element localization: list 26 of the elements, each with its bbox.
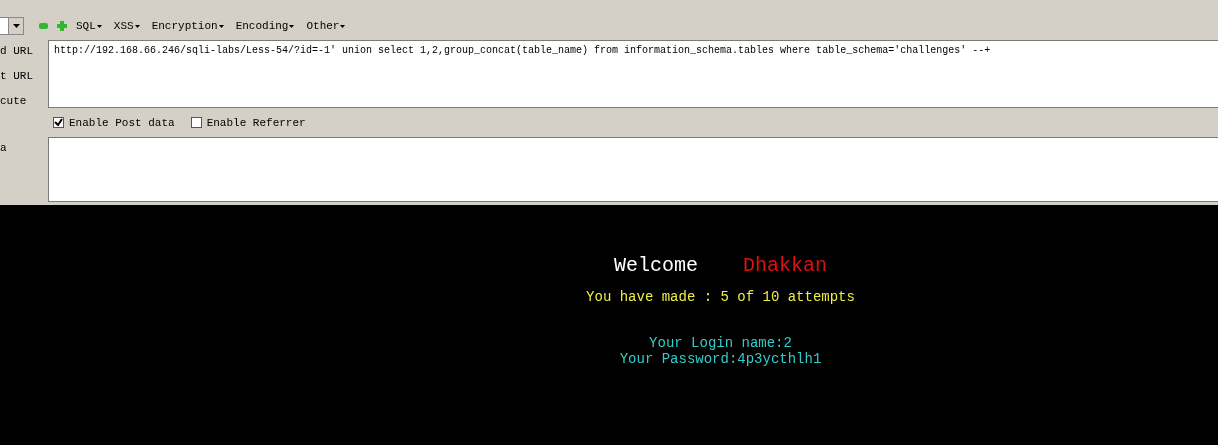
attempts-text: You have made : 5 of 10 attempts: [586, 289, 855, 305]
side-button[interactable]: d URL: [0, 44, 48, 59]
welcome-text: Welcome: [614, 254, 698, 277]
side-button[interactable]: cute: [0, 94, 48, 108]
checkbox-label[interactable]: Enable Post data: [69, 116, 175, 129]
caret-icon: [218, 24, 224, 28]
side-button[interactable]: t URL: [0, 69, 48, 84]
checkbox[interactable]: [190, 117, 202, 128]
post-data-field[interactable]: [48, 137, 1218, 202]
url-field[interactable]: http://192.168.66.246/sqli-labs/Less-54/?id=-1' union select 1,2,group_concat(table_name) from information_schema.tables where table_schema='challenges' --+: [48, 40, 1218, 108]
menu-button[interactable]: XSS: [113, 20, 143, 32]
menu-button[interactable]: SQL: [76, 20, 105, 32]
login-name-text: Your Login name:2: [649, 335, 792, 351]
caret-icon: [289, 24, 295, 28]
menu-button[interactable]: Other: [306, 20, 349, 32]
menu-button[interactable]: Encryption: [151, 20, 227, 32]
side-label: a: [0, 141, 8, 156]
caret-icon: [134, 24, 140, 28]
caret-icon: [340, 24, 346, 28]
caret-icon: [96, 24, 102, 28]
checkbox-label[interactable]: Enable Referrer: [206, 116, 306, 129]
password-text: Your Password:4p3ycthlh1: [619, 351, 822, 367]
checkbox[interactable]: [53, 117, 64, 128]
menu-button[interactable]: Encoding: [235, 20, 298, 32]
user-name-text: Dhakkan: [743, 254, 827, 277]
dropdown-field[interactable]: [0, 17, 24, 35]
